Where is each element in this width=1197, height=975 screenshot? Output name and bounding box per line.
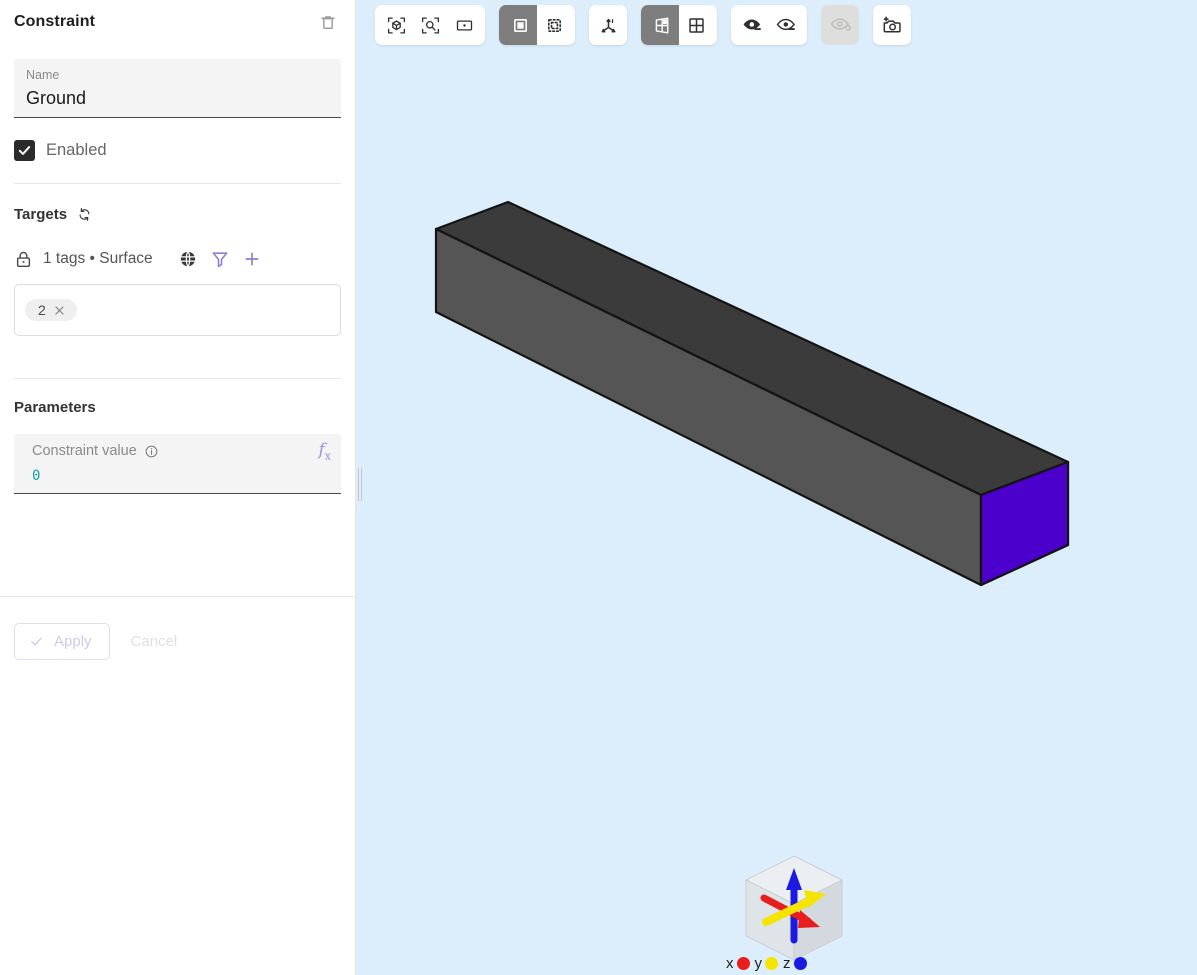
panel-scroll-area: Constraint Name Ground bbox=[0, 0, 355, 975]
target-chip[interactable]: 2 bbox=[25, 299, 77, 321]
constraint-value-label: Constraint value bbox=[32, 443, 137, 459]
page-title: Constraint bbox=[14, 13, 95, 31]
snapshot-icon[interactable] bbox=[873, 5, 911, 45]
targets-title: Targets bbox=[14, 206, 67, 223]
panel-header: Constraint bbox=[0, 0, 355, 34]
name-input[interactable]: Name Ground bbox=[14, 59, 341, 118]
toolbar-group-snapshot bbox=[873, 5, 911, 45]
constraint-value-field[interactable]: Constraint value 0 𝑓x bbox=[14, 434, 341, 494]
targets-chip-container[interactable]: 2 bbox=[14, 284, 341, 336]
targets-summary-text: 1 tags • Surface bbox=[43, 250, 153, 268]
divider-after-targets bbox=[14, 378, 341, 379]
reset-hidden-icon bbox=[821, 5, 859, 45]
parameters-title: Parameters bbox=[14, 399, 96, 416]
refresh-icon[interactable] bbox=[74, 204, 94, 224]
name-value: Ground bbox=[26, 85, 329, 111]
toolbar-group-visibility bbox=[731, 5, 807, 45]
target-chip-label: 2 bbox=[38, 302, 46, 318]
divider-after-enabled bbox=[14, 183, 341, 184]
cancel-button[interactable]: Cancel bbox=[118, 624, 191, 659]
viewport-toolbar bbox=[375, 5, 911, 45]
apply-button-label: Apply bbox=[54, 633, 92, 650]
select-box-icon[interactable] bbox=[537, 5, 575, 45]
toolbar-group-zoom bbox=[375, 5, 485, 45]
targets-summary-row: 1 tags • Surface bbox=[0, 246, 355, 272]
splitter-line bbox=[361, 468, 362, 501]
axis-legend: x y z bbox=[726, 955, 807, 972]
constraint-value-wrap: Constraint value 0 𝑓x bbox=[0, 434, 355, 494]
checkbox-checked-icon[interactable] bbox=[14, 140, 35, 161]
targets-section-header: Targets bbox=[0, 204, 355, 224]
beam-geometry[interactable] bbox=[356, 0, 1197, 975]
splitter-line bbox=[358, 468, 359, 501]
trash-icon[interactable] bbox=[315, 9, 341, 35]
filter-icon[interactable] bbox=[207, 246, 233, 272]
parameters-section-header: Parameters bbox=[0, 399, 355, 416]
toolbar-group-axes bbox=[589, 5, 627, 45]
enabled-label: Enabled bbox=[46, 141, 107, 160]
close-icon[interactable] bbox=[53, 304, 66, 317]
enabled-checkbox-row[interactable]: Enabled bbox=[0, 140, 355, 161]
hide-unselected-icon[interactable] bbox=[769, 5, 807, 45]
axis-label-z: z bbox=[783, 955, 791, 972]
zoom-extents-icon[interactable] bbox=[375, 5, 413, 45]
toolbar-group-view bbox=[641, 5, 717, 45]
check-icon bbox=[29, 634, 44, 649]
lock-icon[interactable] bbox=[14, 250, 33, 269]
toolbar-group-selection bbox=[499, 5, 575, 45]
fx-icon[interactable]: 𝑓x bbox=[318, 441, 331, 465]
axis-label-x: x bbox=[726, 955, 734, 972]
constraint-value-input[interactable]: 0 bbox=[32, 467, 329, 485]
axis-legend-z: z bbox=[783, 955, 807, 972]
hide-selected-icon[interactable] bbox=[731, 5, 769, 45]
axis-color-dot-z bbox=[794, 957, 807, 970]
apply-button[interactable]: Apply bbox=[14, 623, 110, 660]
cancel-button-label: Cancel bbox=[131, 633, 178, 650]
axis-legend-y: y bbox=[755, 955, 779, 972]
zoom-to-selection-icon[interactable] bbox=[413, 5, 447, 45]
zoom-window-icon[interactable] bbox=[447, 5, 485, 45]
info-icon[interactable] bbox=[144, 444, 159, 459]
axis-legend-x: x bbox=[726, 955, 750, 972]
targets-action-icons bbox=[175, 246, 265, 272]
perspective-view-icon[interactable] bbox=[641, 5, 679, 45]
grid-view-icon[interactable] bbox=[679, 5, 717, 45]
constraint-value-label-row: Constraint value bbox=[32, 443, 329, 459]
3d-viewport[interactable]: x y z bbox=[356, 0, 1197, 975]
constraint-panel: Constraint Name Ground bbox=[0, 0, 356, 975]
panel-footer: Apply Cancel bbox=[0, 596, 355, 660]
axes-icon[interactable] bbox=[589, 5, 627, 45]
app-root: Constraint Name Ground bbox=[0, 0, 1197, 975]
globe-icon[interactable] bbox=[175, 246, 201, 272]
toolbar-group-reset-hidden bbox=[821, 5, 859, 45]
name-field-wrap: Name Ground bbox=[0, 59, 355, 118]
select-solid-icon[interactable] bbox=[499, 5, 537, 45]
name-label: Name bbox=[26, 67, 329, 83]
axis-color-dot-y bbox=[765, 957, 778, 970]
axis-label-y: y bbox=[755, 955, 763, 972]
axis-orientation-cube[interactable] bbox=[734, 848, 854, 970]
panel-splitter-handle[interactable] bbox=[357, 468, 362, 501]
axis-color-dot-x bbox=[737, 957, 750, 970]
plus-icon[interactable] bbox=[239, 246, 265, 272]
